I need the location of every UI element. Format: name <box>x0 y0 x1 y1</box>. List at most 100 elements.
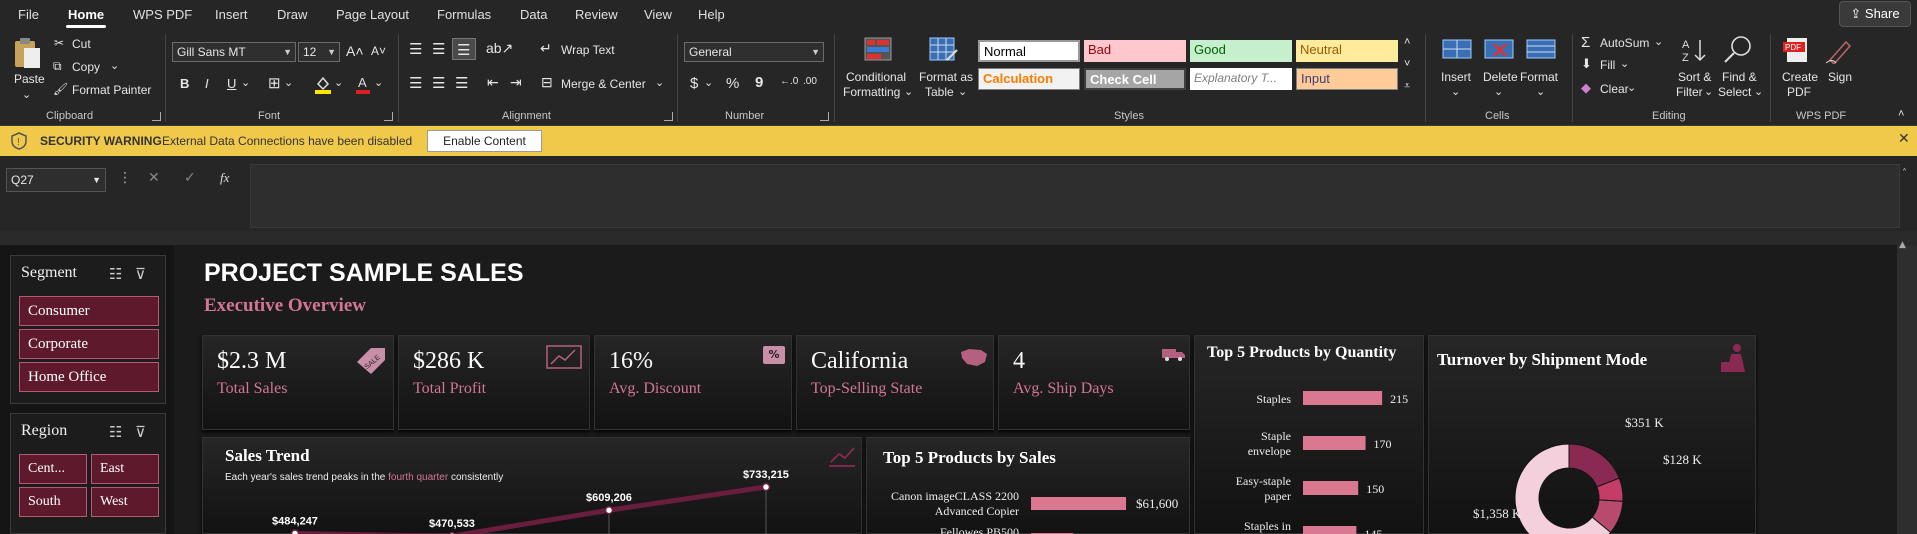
decrease-decimal-button[interactable]: .00 <box>803 76 817 87</box>
decrease-font-icon[interactable]: A˅ <box>371 44 386 58</box>
slicer-item-home-office[interactable]: Home Office <box>19 362 159 392</box>
cancel-icon[interactable]: ✕ <box>148 170 160 186</box>
currency-dropdown-icon[interactable]: ⌄ <box>704 76 713 89</box>
conditional-formatting-icon[interactable] <box>864 36 892 62</box>
fill-dropdown-icon[interactable]: ⌄ <box>1620 57 1629 70</box>
vertical-scrollbar[interactable] <box>1897 245 1917 534</box>
tab-review[interactable]: Review <box>569 0 624 30</box>
fill-color-dropdown-icon[interactable]: ⌄ <box>334 76 343 89</box>
sort-filter-label1[interactable]: Sort & <box>1678 70 1711 84</box>
tab-view[interactable]: View <box>638 0 678 30</box>
underline-dropdown-icon[interactable]: ⌄ <box>241 76 250 89</box>
format-as-table-dropdown-icon[interactable]: ⌄ <box>958 85 967 98</box>
font-color-dropdown-icon[interactable]: ⌄ <box>374 76 383 89</box>
copy-dropdown-icon[interactable]: ⌄ <box>110 59 119 72</box>
slicer-item-central[interactable]: Cent... <box>19 454 87 484</box>
align-left-icon[interactable]: ☰ <box>409 74 422 92</box>
copy-button[interactable]: Copy <box>72 60 100 74</box>
conditional-formatting-dropdown-icon[interactable]: ⌄ <box>904 85 913 98</box>
clear-filter-icon[interactable]: ⊽ <box>135 423 146 441</box>
clear-button[interactable]: Clear <box>1600 82 1629 96</box>
sign-icon[interactable] <box>1824 36 1854 64</box>
clear-dropdown-icon[interactable]: ⌄ <box>1627 81 1636 94</box>
delete-cells-icon[interactable] <box>1484 36 1514 62</box>
font-color-icon[interactable]: A <box>355 74 371 94</box>
copy-icon[interactable]: ⧉ <box>53 59 62 74</box>
formula-input[interactable] <box>250 164 1900 228</box>
clear-filter-icon[interactable]: ⊽ <box>135 265 146 283</box>
format-as-table-label1[interactable]: Format as <box>919 70 973 84</box>
find-select-label1[interactable]: Find & <box>1722 70 1757 84</box>
close-icon[interactable]: ✕ <box>1898 131 1910 147</box>
autosum-dropdown-icon[interactable]: ⌄ <box>1654 35 1663 48</box>
style-check-cell[interactable]: Check Cell <box>1084 68 1186 90</box>
create-pdf-label1[interactable]: Create <box>1782 70 1818 84</box>
align-right-icon[interactable]: ☰ <box>455 74 468 92</box>
tab-data[interactable]: Data <box>514 0 553 30</box>
delete-cells-button[interactable]: Delete <box>1483 70 1518 84</box>
underline-button[interactable]: U <box>227 76 236 91</box>
paste-icon[interactable] <box>12 36 42 70</box>
sort-filter-icon[interactable]: AZ <box>1680 36 1710 64</box>
style-input[interactable]: Input <box>1296 68 1398 90</box>
sort-filter-label2[interactable]: Filter <box>1676 85 1703 99</box>
styles-more-icon[interactable]: ⩡ <box>1404 80 1410 93</box>
fill-button[interactable]: Fill <box>1600 58 1615 72</box>
format-painter-button[interactable]: Format Painter <box>72 83 151 97</box>
increase-font-icon[interactable]: A˄ <box>346 43 364 59</box>
tab-file[interactable]: File <box>12 0 45 30</box>
style-good[interactable]: Good <box>1190 40 1292 62</box>
tab-insert[interactable]: Insert <box>209 0 254 30</box>
fill-color-icon[interactable] <box>314 74 332 94</box>
format-as-table-label2[interactable]: Table <box>925 85 954 99</box>
enable-content-button[interactable]: Enable Content <box>427 130 542 152</box>
collapse-ribbon-icon[interactable]: ˄ <box>1898 108 1904 120</box>
styles-scroll-down-icon[interactable]: ˅ <box>1404 58 1410 70</box>
style-bad[interactable]: Bad <box>1084 40 1186 62</box>
styles-scroll-up-icon[interactable]: ˄ <box>1404 36 1410 48</box>
find-select-label2[interactable]: Select <box>1718 85 1751 99</box>
style-neutral[interactable]: Neutral <box>1296 40 1398 62</box>
conditional-formatting-label1[interactable]: Conditional <box>846 70 906 84</box>
tab-draw[interactable]: Draw <box>271 0 313 30</box>
font-size-select[interactable]: 12 ▼ <box>298 42 340 62</box>
font-name-select[interactable]: Gill Sans MT ▼ <box>172 42 296 62</box>
merge-center-icon[interactable]: ⊟ <box>541 74 553 91</box>
slicer-item-south[interactable]: South <box>19 487 87 517</box>
tab-formulas[interactable]: Formulas <box>431 0 497 30</box>
orientation-icon[interactable]: ab↗ <box>486 40 513 57</box>
share-button[interactable]: ⇪ Share <box>1839 1 1911 27</box>
multi-select-icon[interactable]: ☷ <box>109 423 122 441</box>
name-box[interactable]: Q27 ▼ <box>6 168 106 192</box>
delete-dropdown-icon[interactable]: ⌄ <box>1494 85 1503 98</box>
number-launcher-icon[interactable] <box>820 112 829 121</box>
conditional-formatting-label2[interactable]: Formatting <box>843 85 900 99</box>
font-launcher-icon[interactable] <box>384 112 393 121</box>
percent-button[interactable]: % <box>726 75 739 92</box>
format-as-table-icon[interactable] <box>929 36 959 64</box>
more-options-icon[interactable]: ⋮ <box>118 170 132 186</box>
alignment-launcher-icon[interactable] <box>664 112 673 121</box>
insert-function-icon[interactable]: fx <box>220 170 229 186</box>
sort-filter-dropdown-icon[interactable]: ⌄ <box>1704 85 1713 98</box>
tab-wps-pdf[interactable]: WPS PDF <box>127 0 198 30</box>
insert-dropdown-icon[interactable]: ⌄ <box>1451 85 1460 98</box>
find-select-dropdown-icon[interactable]: ⌄ <box>1754 85 1763 98</box>
clear-icon[interactable]: ◆ <box>1581 80 1591 96</box>
search-icon[interactable] <box>1722 34 1754 66</box>
slicer-item-east[interactable]: East <box>91 454 159 484</box>
merge-center-button[interactable]: Merge & Center <box>561 77 646 91</box>
wrap-text-button[interactable]: Wrap Text <box>561 43 615 57</box>
autosum-button[interactable]: AutoSum <box>1600 36 1649 50</box>
insert-cells-icon[interactable] <box>1442 36 1472 62</box>
style-explanatory[interactable]: Explanatory T... <box>1190 68 1292 90</box>
decrease-indent-icon[interactable]: ⇤ <box>487 74 499 91</box>
insert-cells-button[interactable]: Insert <box>1441 70 1471 84</box>
expand-formula-icon[interactable]: ˄ <box>1902 168 1907 179</box>
number-format-select[interactable]: General ▼ <box>684 42 824 62</box>
format-dropdown-icon[interactable]: ⌄ <box>1536 85 1545 98</box>
slicer-item-west[interactable]: West <box>91 487 159 517</box>
format-cells-button[interactable]: Format <box>1520 70 1558 84</box>
scroll-up-icon[interactable]: ▲ <box>1899 240 1906 250</box>
paste-dropdown-icon[interactable]: ⌄ <box>22 88 31 101</box>
